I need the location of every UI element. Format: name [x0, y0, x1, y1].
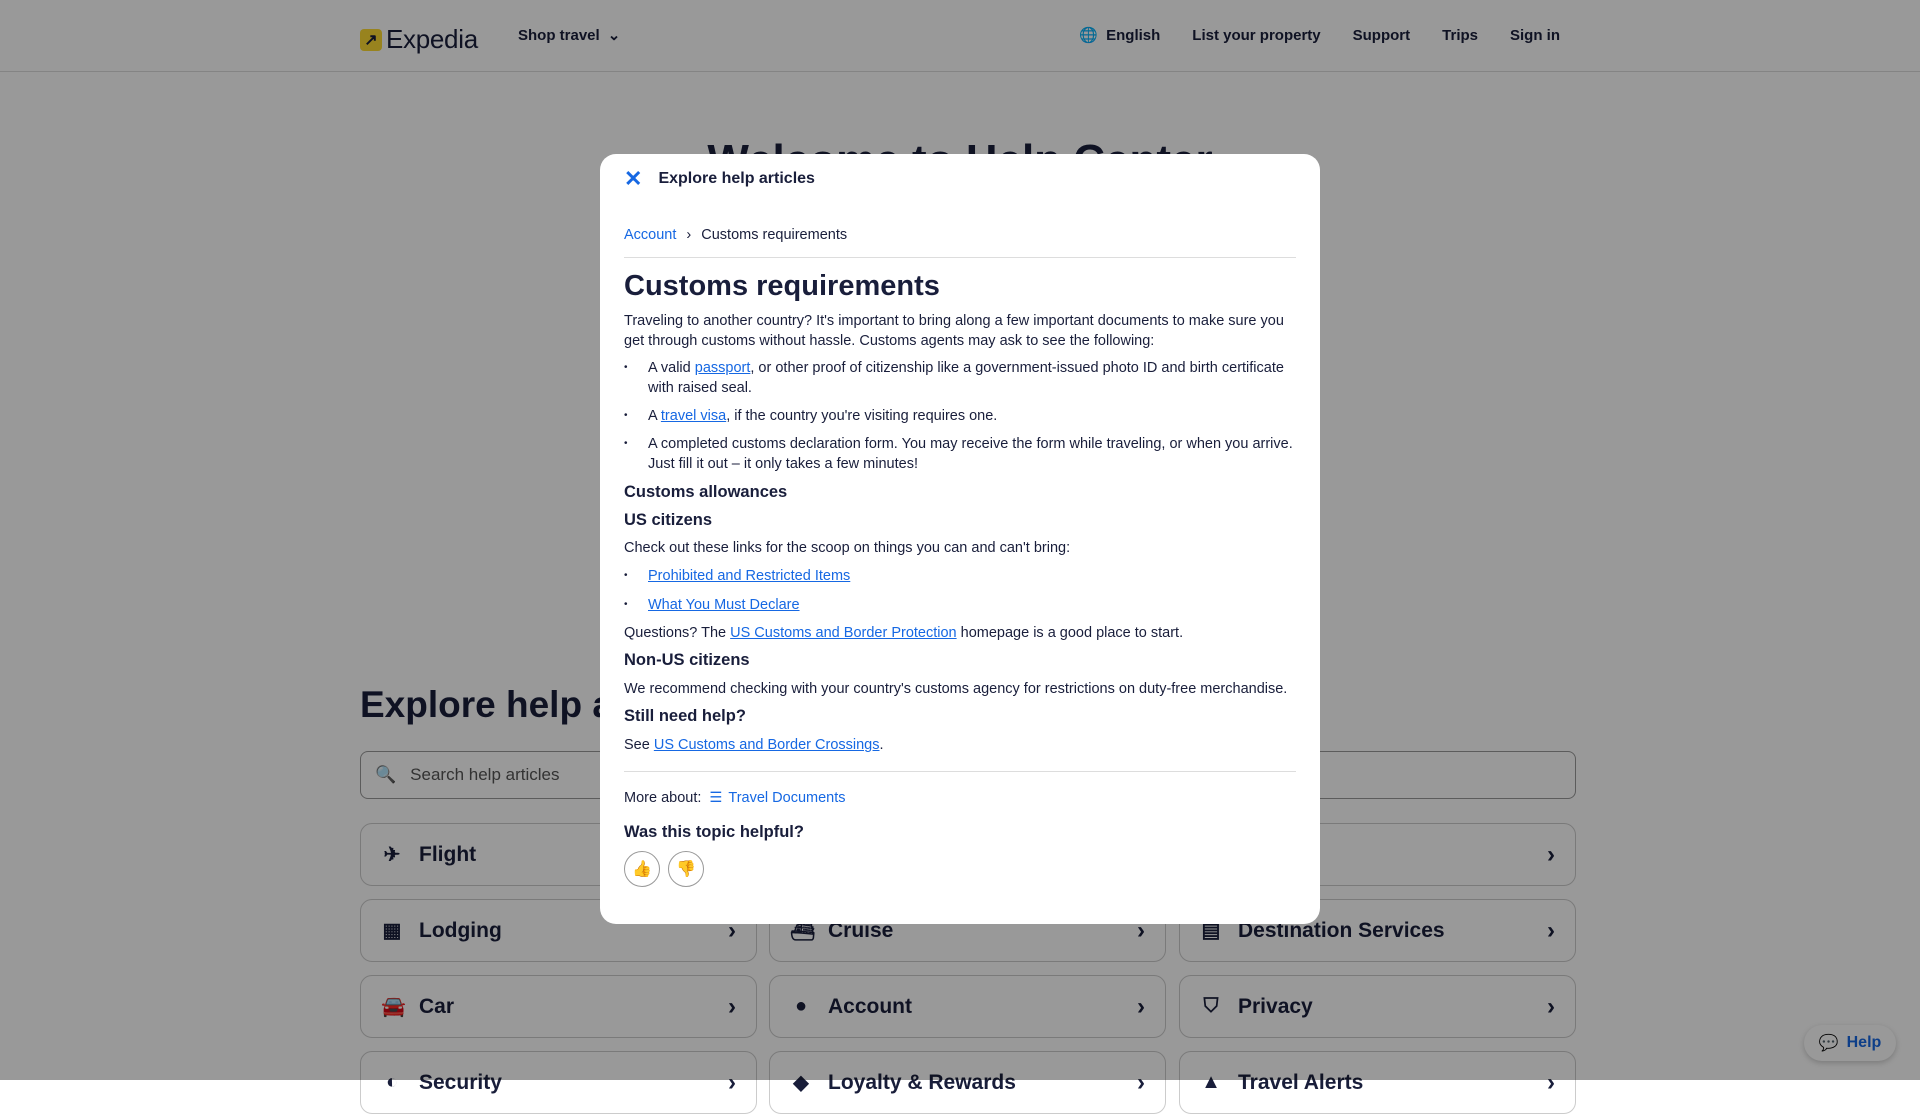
- section-heading: Still need help?: [624, 707, 746, 725]
- thumbs-down-icon: 👎: [676, 861, 696, 878]
- help-article-dialog: ✕ Explore help articles Account › Customs r…: [600, 154, 1320, 924]
- list-item: What You Must Declare: [624, 595, 1296, 615]
- paragraph: Check out these links for the scoop on t…: [624, 540, 1071, 556]
- close-icon[interactable]: ✕: [624, 166, 642, 192]
- breadcrumb-current: Customs requirements: [701, 227, 848, 243]
- article-title: Customs requirements: [624, 270, 940, 302]
- border-crossings-link[interactable]: US Customs and Border Crossings: [654, 737, 880, 753]
- divider: [624, 771, 1296, 772]
- intro-text: Traveling to another country? It's impor…: [624, 313, 1284, 349]
- paragraph: Questions? The US Customs and Border Pro…: [624, 625, 1184, 641]
- list-item: A completed customs declaration form. Yo…: [624, 434, 1296, 474]
- chevron-right-icon: ›: [686, 227, 692, 243]
- passport-link[interactable]: passport: [695, 360, 751, 376]
- thumbs-up-button[interactable]: 👍: [624, 851, 660, 887]
- section-heading: Customs allowances: [624, 483, 788, 501]
- thumbs-down-button[interactable]: 👎: [668, 851, 704, 887]
- breadcrumb: Account › Customs requirements: [624, 225, 1296, 258]
- paragraph: We recommend checking with your country'…: [624, 681, 1288, 697]
- list-icon: ☰: [709, 790, 723, 806]
- dialog-title: Explore help articles: [658, 170, 815, 187]
- paragraph: See US Customs and Border Crossings.: [624, 737, 884, 753]
- more-about: More about: ☰ Travel Documents: [624, 788, 846, 808]
- list-item: A valid passport, or other proof of citi…: [624, 358, 1296, 398]
- travel-visa-link[interactable]: travel visa: [661, 408, 726, 424]
- breadcrumb-account[interactable]: Account: [624, 225, 676, 245]
- travel-documents-link[interactable]: ☰ Travel Documents: [709, 788, 845, 808]
- helpful-question: Was this topic helpful?: [624, 823, 804, 841]
- section-heading: US citizens: [624, 511, 713, 529]
- cbp-link[interactable]: US Customs and Border Protection: [730, 625, 956, 641]
- thumbs-up-icon: 👍: [632, 861, 652, 878]
- section-heading: Non-US citizens: [624, 651, 750, 669]
- must-declare-link[interactable]: What You Must Declare: [648, 597, 800, 613]
- list-item: Prohibited and Restricted Items: [624, 566, 1296, 586]
- list-item: A travel visa, if the country you're vis…: [624, 406, 1296, 426]
- prohibited-items-link[interactable]: Prohibited and Restricted Items: [648, 568, 850, 584]
